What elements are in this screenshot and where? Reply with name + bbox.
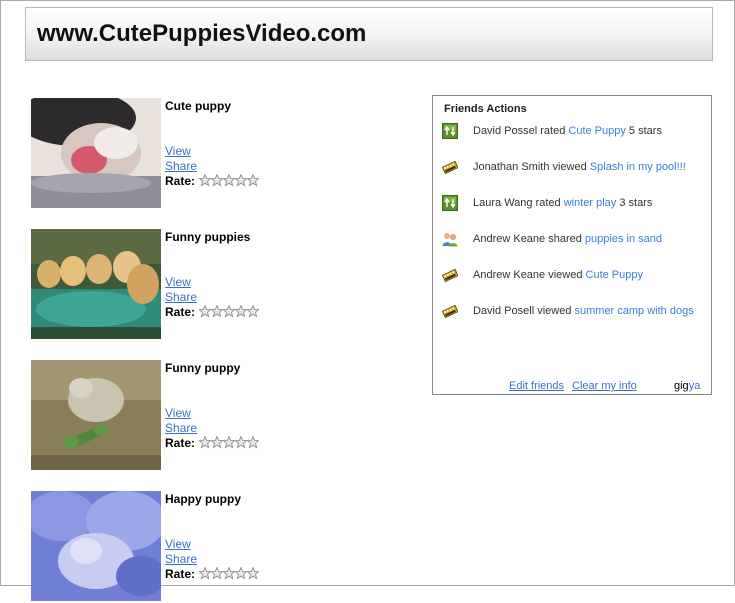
view-link[interactable]: View: [165, 275, 191, 289]
star-icon[interactable]: [222, 173, 236, 187]
share-link[interactable]: Share: [165, 552, 197, 566]
friend-action-item: David Posell viewed summer camp with dog…: [441, 303, 707, 321]
friend-action-item: Andrew Keane viewed Cute Puppy: [441, 267, 707, 285]
rating-stars[interactable]: [198, 435, 260, 450]
rate-label: Rate:: [165, 174, 196, 188]
rate-icon: [442, 123, 458, 139]
film-icon: [441, 159, 459, 175]
star-icon[interactable]: [246, 304, 260, 318]
action-description: Jonathan Smith viewed: [473, 161, 590, 173]
video-link[interactable]: puppies in sand: [585, 233, 662, 245]
rating-stars[interactable]: [198, 566, 260, 581]
video-title: Cute puppy: [165, 99, 231, 113]
rate-label: Rate:: [165, 567, 196, 581]
friend-action-text: Laura Wang rated winter play 3 stars: [473, 197, 652, 209]
video-link[interactable]: Splash in my pool!!!: [590, 161, 686, 173]
star-icon[interactable]: [246, 435, 260, 449]
star-icon[interactable]: [198, 304, 212, 318]
friend-action-text: Jonathan Smith viewed Splash in my pool!…: [473, 161, 686, 173]
star-icon[interactable]: [234, 566, 248, 580]
film-icon: [441, 267, 459, 283]
view-link[interactable]: View: [165, 144, 191, 158]
rating-stars[interactable]: [198, 173, 260, 188]
clear-my-info-link[interactable]: Clear my info: [572, 380, 637, 392]
friend-action-text: Andrew Keane shared puppies in sand: [473, 233, 662, 245]
video-link[interactable]: Cute Puppy: [568, 125, 625, 137]
rate-label: Rate:: [165, 305, 196, 319]
rating-stars[interactable]: [198, 304, 260, 319]
friends-actions-panel: Friends Actions David Possel rated Cute …: [432, 95, 712, 395]
gigya-logo: gigya: [674, 380, 701, 392]
star-icon[interactable]: [198, 435, 212, 449]
star-icon[interactable]: [234, 173, 248, 187]
video-title: Happy puppy: [165, 492, 242, 506]
action-description: Andrew Keane viewed: [473, 269, 586, 281]
share-link[interactable]: Share: [165, 159, 197, 173]
friend-action-item: Jonathan Smith viewed Splash in my pool!…: [441, 159, 707, 177]
action-description: Andrew Keane shared: [473, 233, 585, 245]
rate-icon: [442, 195, 458, 211]
star-icon[interactable]: [210, 173, 224, 187]
action-suffix: 5 stars: [625, 125, 662, 137]
action-description: Laura Wang rated: [473, 197, 564, 209]
star-icon[interactable]: [234, 435, 248, 449]
view-link[interactable]: View: [165, 537, 191, 551]
film-icon: [441, 303, 459, 319]
action-description: David Posell viewed: [473, 305, 575, 317]
star-icon[interactable]: [234, 304, 248, 318]
video-item: Cute puppy View Share Rate:: [31, 98, 291, 210]
site-title: www.CutePuppiesVideo.com: [37, 20, 367, 47]
video-item: Funny puppies View Share Rate:: [31, 229, 291, 341]
friend-action-item: Andrew Keane shared puppies in sand: [442, 231, 707, 249]
video-link[interactable]: winter play: [564, 197, 617, 209]
star-icon[interactable]: [198, 566, 212, 580]
rate-label: Rate:: [165, 436, 196, 450]
friend-action-text: David Posell viewed summer camp with dog…: [473, 305, 694, 317]
friends-actions-title: Friends Actions: [444, 103, 527, 115]
star-icon[interactable]: [246, 566, 260, 580]
video-title: Funny puppy: [165, 361, 241, 375]
star-icon[interactable]: [210, 435, 224, 449]
site-header: www.CutePuppiesVideo.com: [25, 7, 713, 61]
video-link[interactable]: summer camp with dogs: [575, 305, 694, 317]
star-icon[interactable]: [222, 566, 236, 580]
video-thumbnail[interactable]: [31, 360, 161, 470]
share-link[interactable]: Share: [165, 290, 197, 304]
share-link[interactable]: Share: [165, 421, 197, 435]
star-icon[interactable]: [210, 566, 224, 580]
video-link[interactable]: Cute Puppy: [586, 269, 643, 281]
star-icon[interactable]: [246, 173, 260, 187]
friend-action-item: David Possel rated Cute Puppy 5 stars: [442, 123, 707, 141]
action-suffix: 3 stars: [616, 197, 653, 209]
star-icon[interactable]: [222, 304, 236, 318]
share-people-icon: [442, 231, 458, 247]
friend-action-text: Andrew Keane viewed Cute Puppy: [473, 269, 643, 281]
edit-friends-link[interactable]: Edit friends: [509, 380, 564, 392]
video-item: Funny puppy View Share Rate:: [31, 360, 291, 472]
video-title: Funny puppies: [165, 230, 251, 244]
star-icon[interactable]: [210, 304, 224, 318]
friend-action-text: David Possel rated Cute Puppy 5 stars: [473, 125, 662, 137]
friend-action-item: Laura Wang rated winter play 3 stars: [442, 195, 707, 213]
view-link[interactable]: View: [165, 406, 191, 420]
video-thumbnail[interactable]: [31, 491, 161, 601]
video-item: Happy puppy View Share Rate:: [31, 491, 291, 603]
star-icon[interactable]: [198, 173, 212, 187]
star-icon[interactable]: [222, 435, 236, 449]
video-thumbnail[interactable]: [31, 98, 161, 208]
video-thumbnail[interactable]: [31, 229, 161, 339]
action-description: David Possel rated: [473, 125, 569, 137]
